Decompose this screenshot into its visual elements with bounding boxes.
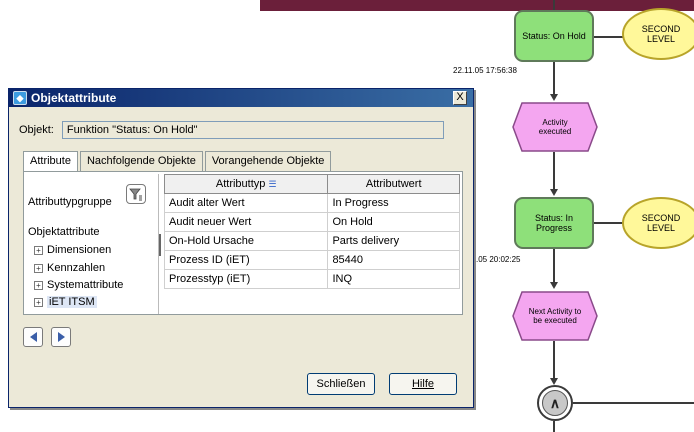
arrow-head xyxy=(550,282,558,289)
splitter-grip[interactable] xyxy=(159,234,161,256)
cell-attribute-value[interactable]: 85440 xyxy=(327,250,460,270)
attributes-table: Attributtyp ☰ Attributwert Audit alter W… xyxy=(163,174,460,289)
expand-icon[interactable]: + xyxy=(34,263,43,273)
tree-item-systemattribute[interactable]: + Systemattribute xyxy=(34,278,123,292)
function-label: Status: In Progress xyxy=(534,213,574,233)
connector-line xyxy=(553,0,555,10)
interface-label: SECOND LEVEL xyxy=(641,213,681,233)
event-label: Next Activity to be executed xyxy=(528,307,582,325)
table-row[interactable]: Audit neuer Wert On Hold xyxy=(163,212,460,232)
object-value: Funktion "Status: On Hold" xyxy=(66,124,198,136)
screen: Status: On Hold SECOND LEVEL 22.11.05 17… xyxy=(0,0,694,432)
xor-icon: ∧ xyxy=(542,390,568,416)
help-button-label: Hilfe xyxy=(411,378,434,390)
tree-item-label: Systemattribute xyxy=(47,279,124,291)
function-label: Status: On Hold xyxy=(522,31,586,41)
arrow-head xyxy=(550,189,558,196)
cell-attribute-value[interactable]: Parts delivery xyxy=(327,231,460,251)
function-status-in-progress[interactable]: Status: In Progress xyxy=(514,197,594,249)
tree-item-iet-itsm[interactable]: + iET ITSM xyxy=(34,295,97,309)
function-status-on-hold[interactable]: Status: On Hold xyxy=(514,10,594,62)
table-row[interactable]: Prozess ID (iET) 85440 xyxy=(163,250,460,270)
event-label: Activity executed xyxy=(538,118,572,136)
object-attributes-dialog: ◆ Objektattribute X Objekt: Funktion "St… xyxy=(8,88,474,408)
process-interface-second-level[interactable]: SECOND LEVEL xyxy=(622,8,694,60)
object-label: Objekt: xyxy=(19,124,54,136)
table-row[interactable]: Audit alter Wert In Progress xyxy=(163,193,460,213)
interface-label: SECOND LEVEL xyxy=(641,24,681,44)
tree-header: Attributtypgruppe xyxy=(28,196,112,208)
object-field: Funktion "Status: On Hold" xyxy=(61,121,444,139)
tab-nachfolgende-objekte[interactable]: Nachfolgende Objekte xyxy=(79,151,203,171)
dialog-title: Objektattribute xyxy=(31,91,117,105)
connector-line xyxy=(553,341,555,379)
tab-vorangehende-objekte[interactable]: Vorangehende Objekte xyxy=(204,151,332,171)
table-row[interactable]: On-Hold Ursache Parts delivery xyxy=(163,231,460,251)
event-next-activity[interactable]: Next Activity to be executed xyxy=(512,291,598,341)
arrow-head xyxy=(550,94,558,101)
close-button-label: Schließen xyxy=(316,378,366,390)
tree-item-dimensionen[interactable]: + Dimensionen xyxy=(34,243,111,257)
connector-line xyxy=(553,152,555,190)
tab-bar: Attribute Nachfolgende Objekte Vorangehe… xyxy=(23,151,333,172)
previous-button[interactable] xyxy=(23,327,43,347)
cell-attribute-type: Prozesstyp (iET) xyxy=(163,269,329,289)
connector-line xyxy=(553,421,555,432)
cell-attribute-value[interactable]: In Progress xyxy=(327,193,460,213)
process-interface-second-level[interactable]: SECOND LEVEL xyxy=(622,197,694,249)
app-icon: ◆ xyxy=(13,91,27,105)
table-row[interactable]: Prozesstyp (iET) INQ xyxy=(163,269,460,289)
cell-attribute-value[interactable]: INQ xyxy=(327,269,460,289)
connector-line xyxy=(573,402,694,404)
tree-root[interactable]: Objektattribute xyxy=(28,226,100,238)
cell-attribute-type: Audit alter Wert xyxy=(163,193,329,213)
arrow-head xyxy=(550,378,558,385)
cell-attribute-type: Audit neuer Wert xyxy=(163,212,329,232)
cell-attribute-type: Prozess ID (iET) xyxy=(163,250,329,270)
filter-icon xyxy=(129,188,142,201)
dialog-titlebar[interactable]: ◆ Objektattribute xyxy=(9,89,473,107)
connector-line xyxy=(594,36,624,38)
timestamp-label: .05 20:02:25 xyxy=(476,255,521,264)
column-header-attributwert[interactable]: Attributwert xyxy=(327,174,460,194)
connector-line xyxy=(594,222,624,224)
column-header-label: Attributwert xyxy=(365,178,422,190)
cell-attribute-value[interactable]: On Hold xyxy=(327,212,460,232)
column-header-attributtyp[interactable]: Attributtyp ☰ xyxy=(163,174,329,194)
connector-line xyxy=(553,62,555,96)
canvas-top-bar xyxy=(260,0,694,11)
expand-icon[interactable]: + xyxy=(34,280,43,290)
panel-splitter[interactable] xyxy=(158,174,161,314)
filter-button[interactable] xyxy=(126,184,146,204)
timestamp-label: 22.11.05 17:56:38 xyxy=(453,66,517,75)
attributes-panel: Attributtypgruppe Objektattribute + Dime… xyxy=(23,171,463,315)
tree-item-label: Dimensionen xyxy=(47,244,112,256)
connector-line xyxy=(553,249,555,283)
column-header-label: Attributtyp xyxy=(215,178,266,190)
help-button[interactable]: Hilfe xyxy=(389,373,457,395)
expand-icon[interactable]: + xyxy=(34,245,43,255)
close-button[interactable]: X xyxy=(453,91,467,105)
arrow-right-icon xyxy=(57,332,65,342)
xor-connector[interactable]: ∧ xyxy=(537,385,573,421)
cell-attribute-type: On-Hold Ursache xyxy=(163,231,329,251)
close-dialog-button[interactable]: Schließen xyxy=(307,373,375,395)
event-activity-executed[interactable]: Activity executed xyxy=(512,102,598,152)
tree-item-label: iET ITSM xyxy=(47,296,97,308)
tab-attribute[interactable]: Attribute xyxy=(23,151,78,172)
expand-icon[interactable]: + xyxy=(34,297,43,307)
attribute-group-tree: Attributtypgruppe Objektattribute + Dime… xyxy=(26,174,154,314)
tree-item-label: Kennzahlen xyxy=(47,262,106,274)
sort-icon: ☰ xyxy=(268,179,277,189)
next-button[interactable] xyxy=(51,327,71,347)
table-header-row: Attributtyp ☰ Attributwert xyxy=(163,174,460,194)
arrow-left-icon xyxy=(29,332,37,342)
tree-item-kennzahlen[interactable]: + Kennzahlen xyxy=(34,261,105,275)
object-row: Objekt: Funktion "Status: On Hold" xyxy=(19,121,444,139)
